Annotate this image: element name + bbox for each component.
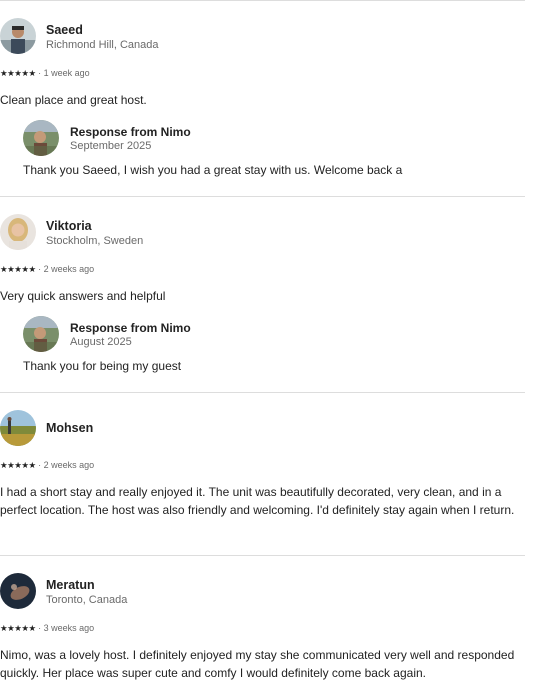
- review-date: 1 week ago: [43, 68, 90, 78]
- rating-stars-icon: ★★★★★: [0, 460, 36, 470]
- review-text: I had a short stay and really enjoyed it…: [0, 485, 515, 517]
- reviewer-name: Meratun: [46, 578, 95, 592]
- reviewer-location: Toronto, Canada: [46, 594, 128, 606]
- meta-separator: ·: [38, 264, 42, 274]
- response-text: Thank you Saeed, I wish you had a great …: [23, 163, 403, 177]
- reviewer-avatar[interactable]: [0, 214, 36, 250]
- rating-stars-icon: ★★★★★: [0, 623, 36, 633]
- response-date: September 2025: [70, 140, 152, 152]
- reviewer-name: Viktoria: [46, 219, 92, 233]
- host-avatar[interactable]: [23, 316, 59, 352]
- rating-stars-icon: ★★★★★: [0, 264, 36, 274]
- host-avatar[interactable]: [23, 120, 59, 156]
- meta-separator: ·: [38, 460, 42, 470]
- reviewer-name: Saeed: [46, 23, 83, 37]
- divider: [0, 0, 525, 1]
- review-date: 2 weeks ago: [43, 460, 95, 470]
- response-date: August 2025: [70, 336, 132, 348]
- response-text: Thank you for being my guest: [23, 359, 182, 373]
- review-meta: ★★★★★ · 1 week ago: [0, 68, 90, 79]
- rating-stars-icon: ★★★★★: [0, 68, 36, 78]
- reviewer-avatar[interactable]: [0, 410, 36, 446]
- reviewer-name: Mohsen: [46, 421, 94, 435]
- reviewer-location: Richmond Hill, Canada: [46, 39, 159, 51]
- divider: [0, 392, 525, 393]
- reviewer-avatar[interactable]: [0, 573, 36, 609]
- review-date: 3 weeks ago: [43, 623, 95, 633]
- divider: [0, 555, 525, 556]
- reviewer-avatar[interactable]: [0, 18, 36, 54]
- review-date: 2 weeks ago: [43, 264, 95, 274]
- review-meta: ★★★★★ · 3 weeks ago: [0, 623, 94, 634]
- meta-separator: ·: [38, 68, 42, 78]
- review-text: Clean place and great host.: [0, 93, 147, 107]
- reviewer-location: Stockholm, Sweden: [46, 235, 144, 247]
- review-text: Very quick answers and helpful: [0, 289, 166, 303]
- review-meta: ★★★★★ · 2 weeks ago: [0, 264, 94, 275]
- response-title: Response from Nimo: [70, 125, 191, 139]
- divider: [0, 196, 525, 197]
- review-meta: ★★★★★ · 2 weeks ago: [0, 460, 94, 471]
- response-title: Response from Nimo: [70, 321, 191, 335]
- review-text: Nimo, was a lovely host. I definitely en…: [0, 648, 515, 680]
- meta-separator: ·: [38, 623, 42, 633]
